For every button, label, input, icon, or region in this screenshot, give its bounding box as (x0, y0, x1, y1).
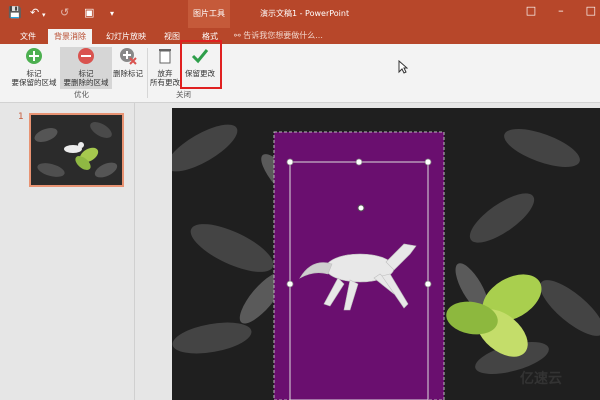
discard-label-1: 放弃 (157, 69, 173, 78)
mark-keep-label-1: 标记 (26, 69, 42, 78)
mark-remove-button[interactable]: 标记 要删除的区域 (60, 47, 112, 89)
slide-thumbnail[interactable] (29, 113, 124, 187)
slideshow-icon[interactable]: ▣ (84, 6, 94, 20)
group-label-optimize: 优化 (74, 90, 89, 99)
picture-tools-context-label: 图片工具 (188, 0, 230, 28)
lightbulb-icon: ⚯ (234, 31, 241, 40)
mark-keep-label-2: 要保留的区域 (11, 78, 57, 87)
thumbnail-image (31, 115, 122, 185)
title-bar: 💾 ↶ ▾ ↺ ▣ ▾ 图片工具 演示文稿1 - PowerPoint □ – … (0, 0, 600, 28)
slide-image (172, 108, 600, 400)
redo-icon[interactable]: ↺ (60, 6, 69, 20)
tab-slideshow[interactable]: 幻灯片放映 (100, 29, 152, 44)
discard-label-2: 所有更改 (150, 78, 180, 87)
document-title: 演示文稿1 - PowerPoint (260, 9, 350, 18)
undo-dropdown-icon[interactable]: ▾ (42, 8, 46, 22)
tab-background-removal[interactable]: 背景消除 (48, 29, 92, 44)
maximize-icon[interactable]: □ (586, 4, 596, 17)
slide-canvas[interactable] (172, 108, 600, 400)
group-label-close: 关闭 (176, 90, 191, 99)
ribbon-display-options-icon[interactable]: □ (526, 4, 536, 17)
undo-icon[interactable]: ↶ (30, 6, 39, 20)
tab-file[interactable]: 文件 (14, 29, 42, 44)
delete-mark-label: 删除标记 (113, 69, 143, 78)
tell-me-box[interactable]: ⚯ 告诉我您想要做什么... (234, 28, 323, 44)
watermark-text: 亿速云 (520, 371, 562, 387)
slide-number: 1 (18, 112, 24, 122)
minus-circle-icon (78, 48, 94, 64)
customize-toolbar-icon[interactable]: ▾ (110, 7, 114, 21)
mark-remove-label-1: 标记 (78, 69, 94, 78)
ribbon: 标记 要保留的区域 标记 要删除的区域 删除标记 放弃 所有更改 保留更改 优化… (0, 44, 600, 103)
highlight-box (180, 40, 222, 89)
mark-remove-label-2: 要删除的区域 (63, 78, 109, 87)
save-icon[interactable]: 💾 (8, 6, 22, 20)
watermark-logo: 亿速云 (520, 368, 562, 388)
delete-mark-button[interactable]: 删除标记 (112, 47, 144, 78)
plus-circle-icon (26, 48, 42, 64)
tell-me-text: 告诉我您想要做什么... (243, 31, 323, 40)
discard-icon (159, 49, 171, 64)
minimize-icon[interactable]: – (558, 4, 564, 17)
mark-keep-button[interactable]: 标记 要保留的区域 (8, 47, 60, 87)
mouse-cursor-icon (398, 60, 408, 74)
delete-mark-icon (120, 48, 137, 65)
discard-all-changes-button[interactable]: 放弃 所有更改 (148, 47, 182, 87)
